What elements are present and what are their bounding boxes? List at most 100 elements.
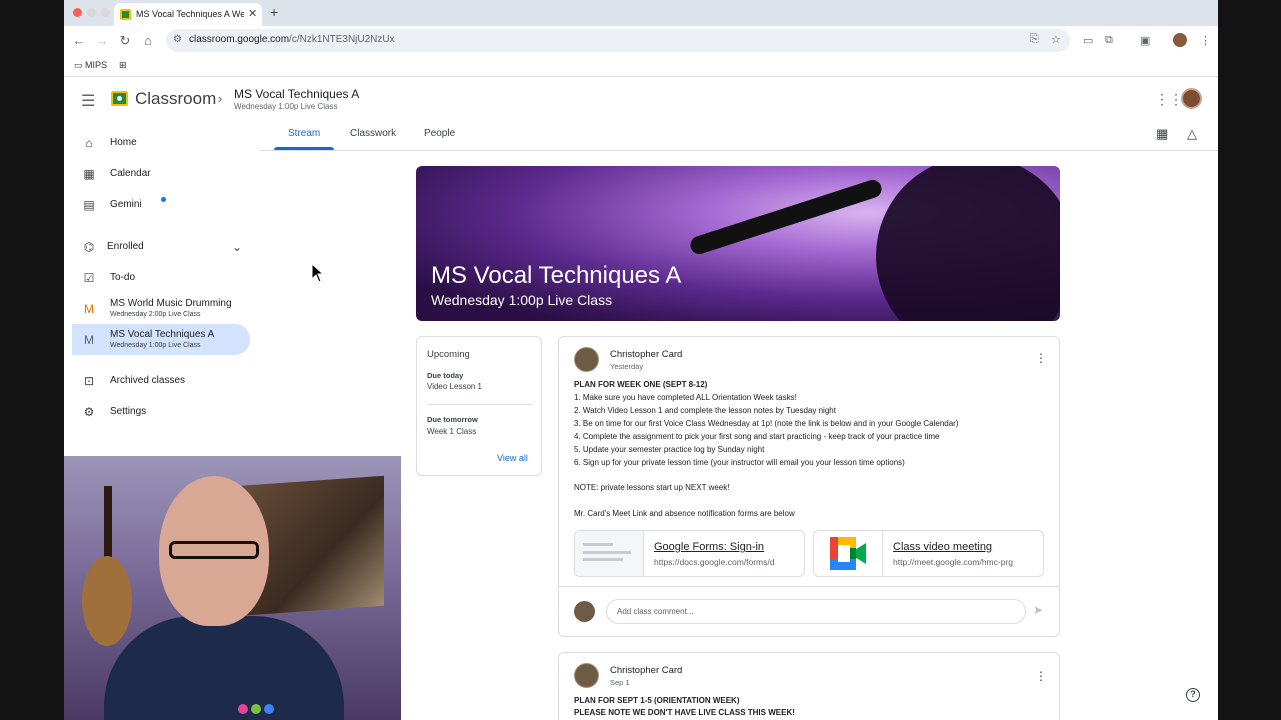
post-date: Yesterday: [610, 362, 644, 371]
active-tab-indicator: [274, 147, 334, 150]
post-line: 2. Watch Video Lesson 1 and complete the…: [574, 406, 836, 415]
classroom-header: ☰ Classroom › MS Vocal Techniques A Wedn…: [64, 78, 1218, 120]
tab-classwork[interactable]: Classwork: [350, 128, 396, 139]
breadcrumb-class-sub: Wednesday 1:00p Live Class: [234, 102, 338, 111]
bookmark-folder-mips[interactable]: ▭ MIPS: [74, 60, 107, 71]
desktop-right-edge: [1218, 0, 1281, 720]
view-all-link[interactable]: View all: [497, 453, 528, 463]
sidebar-item-home[interactable]: ⌂ Home: [72, 128, 250, 158]
sidebar-item-label: MS Vocal Techniques A: [110, 329, 215, 340]
extensions-icon[interactable]: ⧉: [1105, 34, 1113, 47]
account-avatar[interactable]: [1181, 88, 1202, 109]
tab-stream[interactable]: Stream: [288, 128, 320, 139]
main-menu-icon[interactable]: ☰: [81, 91, 95, 111]
chevron-down-icon[interactable]: ⌄: [230, 240, 244, 254]
tab-search-icon[interactable]: ▣: [1140, 34, 1150, 47]
breadcrumb-class-name[interactable]: MS Vocal Techniques A: [234, 87, 359, 101]
sidebar-item-sub: Wednesday 1:00p Live Class: [110, 342, 201, 349]
todo-icon: ☑: [83, 271, 95, 285]
due-today-label: Due today: [427, 371, 464, 380]
due-today-item[interactable]: Video Lesson 1: [427, 382, 482, 391]
cast-icon[interactable]: ▭: [1083, 34, 1093, 47]
author-avatar: [574, 663, 599, 688]
forms-thumbnail: [575, 531, 644, 576]
presenter-glasses: [169, 541, 259, 559]
sidebar-item-label: To-do: [110, 272, 136, 283]
address-bar[interactable]: ⚙ classroom.google.com/c/Nzk1NTE3NjU2NzU…: [166, 29, 1070, 52]
bookmark-label: MIPS: [85, 60, 108, 70]
folder-icon: ▭: [74, 60, 83, 70]
due-tomorrow-item[interactable]: Week 1 Class: [427, 427, 476, 436]
browser-profile-avatar[interactable]: [1173, 33, 1187, 47]
calendar-icon: ▦: [83, 167, 95, 181]
sidebar-item-ms-world-music-drumming[interactable]: M MS World Music Drumming Wednesday 2:00…: [72, 294, 250, 324]
breadcrumb-chevron-icon: ›: [218, 91, 223, 106]
url-text[interactable]: classroom.google.com/c/Nzk1NTE3NjU2NzUx: [189, 34, 395, 45]
upcoming-card: Upcoming Due today Video Lesson 1 Due to…: [416, 336, 542, 476]
sidebar-item-todo[interactable]: ☑ To-do: [72, 263, 250, 293]
stream-post: Christopher Card Yesterday ⋮ PLAN FOR WE…: [558, 336, 1060, 637]
attachment-title[interactable]: Google Forms: Sign-in: [654, 541, 764, 553]
home-page-icon[interactable]: ⌂: [140, 33, 156, 48]
sidebar-item-archived-classes[interactable]: ⊡ Archived classes: [72, 366, 250, 396]
post-line: PLAN FOR SEPT 1-5 (ORIENTATION WEEK): [574, 696, 740, 705]
new-tab-button[interactable]: +: [270, 4, 278, 20]
tab-people[interactable]: People: [424, 128, 455, 139]
close-window-button[interactable]: [73, 8, 82, 17]
sidebar-item-label: MS World Music Drumming: [110, 298, 232, 309]
class-comment-input[interactable]: Add class comment...: [606, 599, 1026, 624]
back-icon[interactable]: ←: [71, 33, 87, 48]
more-options-icon[interactable]: ⋮: [1035, 351, 1047, 365]
reload-icon[interactable]: ↻: [117, 33, 133, 49]
desktop-left-edge: [0, 0, 64, 720]
forward-icon[interactable]: →: [94, 33, 110, 48]
sidebar-item-calendar[interactable]: ▦ Calendar: [72, 159, 250, 189]
sidebar-item-enrolled[interactable]: ⌬ Enrolled ⌄: [72, 232, 250, 262]
stream-post: Christopher Card Sep 1 ⋮ PLAN FOR SEPT 1…: [558, 652, 1060, 720]
attachment-meet-link[interactable]: Class video meeting http://meet.google.c…: [813, 530, 1044, 577]
attachment-title[interactable]: Class video meeting: [893, 541, 992, 553]
browser-tab[interactable]: MS Vocal Techniques A Wedn ✕: [114, 3, 262, 26]
browser-toolbar: ← → ↻ ⌂ ⚙ classroom.google.com/c/Nzk1NTE…: [64, 26, 1218, 56]
apps-grid-icon[interactable]: ⊞: [119, 60, 127, 71]
help-icon[interactable]: ?: [1186, 688, 1200, 702]
post-author: Christopher Card: [610, 665, 683, 676]
banner-subtitle: Wednesday 1:00p Live Class: [431, 292, 613, 308]
maximize-window-button[interactable]: [101, 8, 110, 17]
sidebar-item-label: Calendar: [110, 168, 151, 179]
sidebar-item-label: Home: [110, 137, 137, 148]
attachment-google-forms[interactable]: Google Forms: Sign-in https://docs.googl…: [574, 530, 805, 577]
tab-close-icon[interactable]: ✕: [248, 7, 257, 20]
browser-menu-icon[interactable]: ⋮: [1200, 34, 1211, 47]
app-name[interactable]: Classroom: [135, 89, 216, 109]
post-line: 6. Sign up for your private lesson time …: [574, 458, 905, 467]
sidebar-item-gemini[interactable]: ▤ Gemini: [72, 190, 250, 220]
google-calendar-icon[interactable]: ▦: [1156, 126, 1168, 142]
send-comment-icon[interactable]: ➤: [1033, 603, 1043, 617]
classroom-logo-icon[interactable]: [111, 91, 128, 106]
site-info-icon[interactable]: ⚙: [173, 34, 182, 45]
bookmark-star-icon[interactable]: ☆: [1051, 33, 1061, 46]
sidebar-item-ms-vocal-techniques-a[interactable]: M MS Vocal Techniques A Wednesday 1:00p …: [72, 324, 250, 355]
post-date: Sep 1: [610, 678, 630, 687]
sidebar-item-label: Settings: [110, 406, 147, 417]
sidebar-item-settings[interactable]: ⚙ Settings: [72, 397, 250, 427]
minimize-window-button[interactable]: [87, 8, 96, 17]
comment-placeholder: Add class comment...: [617, 607, 694, 616]
gemini-notification-dot: [161, 197, 166, 202]
author-avatar: [574, 347, 599, 372]
due-tomorrow-label: Due tomorrow: [427, 415, 478, 424]
gear-icon: ⚙: [83, 405, 95, 419]
banner-title: MS Vocal Techniques A: [431, 262, 682, 289]
sidebar-item-label: Archived classes: [110, 375, 186, 386]
attachment-url: http://meet.google.com/hmc-prg: [893, 557, 1014, 567]
meet-thumbnail: [814, 531, 883, 576]
upcoming-title: Upcoming: [427, 349, 470, 360]
shirt-logo: [238, 701, 283, 715]
install-app-icon[interactable]: ⎘: [1030, 33, 1039, 46]
tab-strip: MS Vocal Techniques A Wedn ✕ +: [64, 0, 1218, 26]
more-options-icon[interactable]: ⋮: [1035, 669, 1047, 683]
comment-divider: [559, 586, 1059, 587]
class-letter-avatar: M: [84, 302, 94, 316]
drive-folder-icon[interactable]: △: [1187, 126, 1197, 142]
